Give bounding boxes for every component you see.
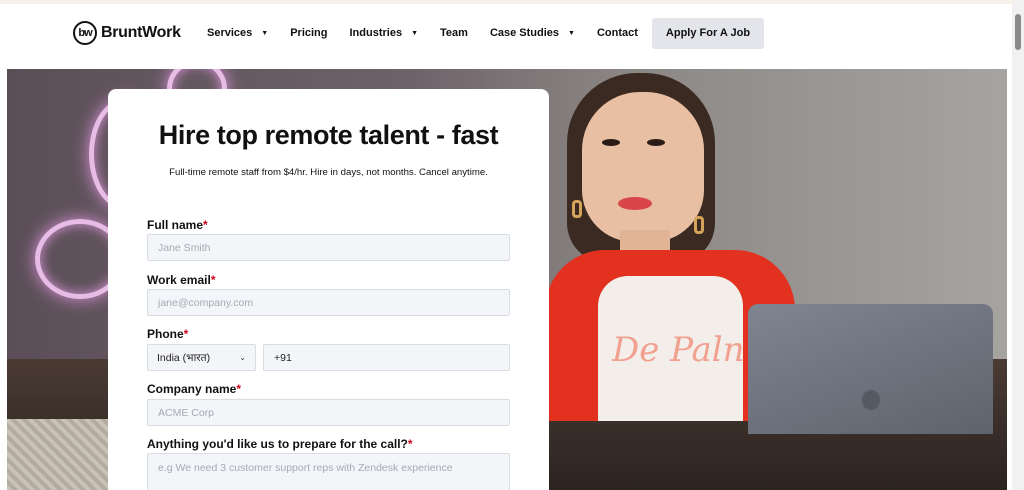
nav-item-services[interactable]: Services ▼	[196, 17, 279, 49]
work-email-input[interactable]: jane@company.com	[147, 289, 510, 316]
chevron-down-icon: ▼	[411, 29, 419, 37]
form-title: Hire top remote talent - fast	[158, 120, 499, 150]
nav-label: Pricing	[290, 27, 328, 39]
nav-item-contact[interactable]: Contact	[586, 17, 649, 49]
required-mark: *	[407, 437, 413, 451]
scrollbar-thumb[interactable]	[1015, 14, 1021, 50]
form-subtitle: Full-time remote staff from $4/hr. Hire …	[169, 167, 488, 178]
lead-form: Hire top remote talent - fast Full-time …	[108, 89, 549, 490]
label-text: Work email	[147, 273, 211, 287]
chevron-down-icon: ⌄	[239, 353, 246, 362]
nav-item-team[interactable]: Team	[429, 17, 479, 49]
laptop	[748, 304, 993, 434]
required-mark: *	[183, 327, 189, 341]
nav-label: Industries	[349, 27, 403, 39]
apply-for-job-button[interactable]: Apply For A Job	[651, 17, 765, 49]
nav-label: Contact	[596, 27, 638, 39]
country-select[interactable]: India (भारत) ⌄	[147, 344, 256, 371]
prepare-textarea[interactable]: e.g We need 3 customer support reps with…	[147, 453, 510, 490]
nav-label: Services	[207, 27, 253, 39]
label-text: Anything you'd like us to prepare for th…	[147, 437, 408, 451]
site-header: bw BruntWork Services ▼ Pricing Industri…	[0, 4, 1012, 62]
chevron-down-icon: ▼	[568, 29, 575, 37]
full-name-label: Full name*	[147, 218, 208, 232]
woman-face	[582, 92, 704, 242]
company-name-input[interactable]: ACME Corp	[147, 399, 510, 426]
label-text: Full name	[147, 218, 204, 232]
earring	[694, 216, 704, 234]
required-mark: *	[236, 382, 242, 396]
company-name-label: Company name*	[147, 382, 241, 396]
apple-logo-icon	[862, 390, 880, 410]
country-value: India (भारत)	[157, 351, 211, 364]
prepare-label: Anything you'd like us to prepare for th…	[147, 437, 413, 451]
nav-item-case-studies[interactable]: Case Studies ▼	[479, 17, 586, 49]
work-email-label: Work email*	[147, 273, 215, 287]
phone-label: Phone*	[147, 327, 188, 341]
label-text: Phone	[147, 327, 184, 341]
required-mark: *	[203, 218, 208, 232]
nav-item-industries[interactable]: Industries ▼	[339, 17, 430, 49]
required-mark: *	[210, 273, 216, 287]
nav-label: Case Studies	[489, 27, 560, 39]
eye	[647, 139, 665, 146]
full-name-input[interactable]: Jane Smith	[147, 234, 510, 261]
nav-label: Team	[440, 27, 468, 39]
eye	[602, 139, 620, 146]
lips	[618, 197, 652, 210]
main-nav: Services ▼ Pricing Industries ▼ Team Cas…	[196, 17, 765, 49]
brand-logo-icon: bw	[73, 21, 97, 45]
label-text: Company name	[147, 382, 237, 396]
nav-item-pricing[interactable]: Pricing	[279, 17, 338, 49]
earring	[572, 200, 582, 218]
page-scrollbar[interactable]	[1012, 0, 1024, 490]
brand-logo[interactable]: bw BruntWork	[73, 21, 181, 45]
chevron-down-icon: ▼	[261, 29, 269, 37]
woven-basket	[7, 419, 117, 490]
brand-name: BruntWork	[101, 24, 181, 41]
tshirt-print: De Paln	[612, 330, 745, 370]
phone-input[interactable]: +91	[263, 344, 510, 371]
